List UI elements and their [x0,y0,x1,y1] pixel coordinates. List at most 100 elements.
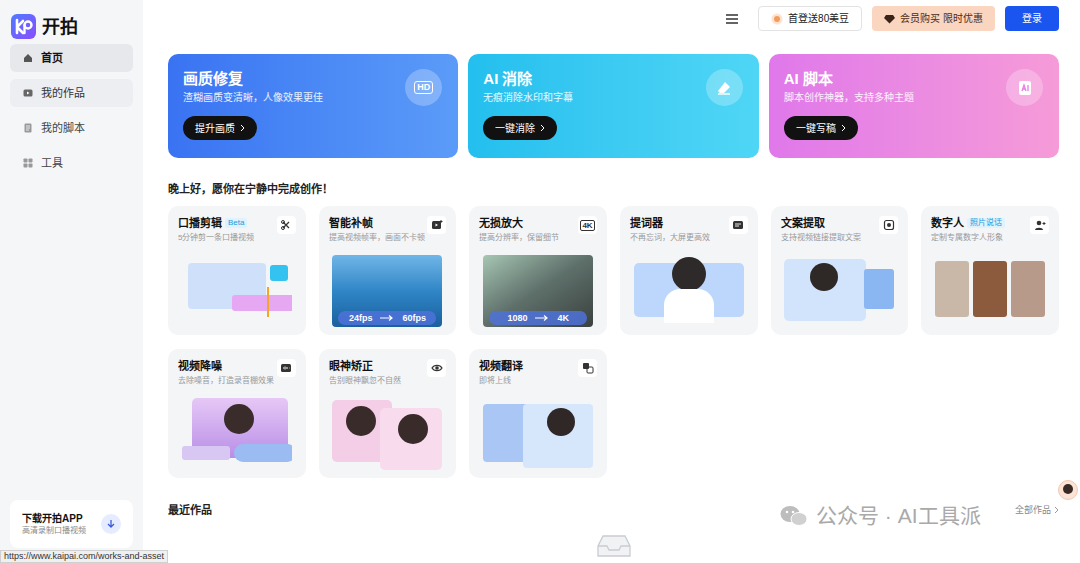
frame-icon [431,219,443,231]
tool-card[interactable]: 文案提取支持视频链接提取文案 [771,206,909,335]
tool-title: 智能补帧 [329,216,373,230]
header-button[interactable]: 登录 [1005,6,1059,31]
tool-icon [277,216,296,234]
tool-card[interactable]: 无损放大提高分辨率，保留细节 4K 10804K [469,206,607,335]
tool-title-row: 提词器 [630,216,710,230]
tool-title: 提词器 [630,216,663,230]
sidebar-item-label: 工具 [41,156,63,170]
tool-card-text: 数字人照片说话定制专属数字人形象 [931,216,1005,243]
prompter-icon [732,219,744,231]
tool-card-text: 文案提取支持视频链接提取文案 [781,216,861,243]
recent-title: 最近作品 [168,503,212,517]
download-title: 下载开拍APP [22,512,86,525]
tool-title-row: 视频降噪 [178,359,273,373]
tool-title: 无损放大 [479,216,523,230]
tool-illustration [483,398,593,470]
tool-card[interactable]: 智能补帧提高视频帧率，画面不卡顿 24fps60fps [319,206,457,335]
tool-card-head: 智能补帧提高视频帧率，画面不卡顿 [329,216,447,243]
caption-from: 1080 [507,313,527,324]
tool-card-head: 无损放大提高分辨率，保留细节 4K [479,216,597,243]
header-button[interactable]: 首登送80美豆 [758,6,862,31]
tool-card-text: 无损放大提高分辨率，保留细节 [479,216,559,243]
tool-icon: 4K [578,216,597,234]
tool-icon [729,216,748,234]
coin-icon [771,13,783,25]
tool-subtitle: 5分钟剪一条口播视频 [178,232,254,243]
chevron-right-icon [540,124,545,132]
header-button[interactable]: 会员购买 限时优惠 [872,6,995,31]
download-arrow-icon[interactable] [101,514,121,534]
tool-card-text: 视频降噪去除噪音，打造录音棚效果 [178,359,273,386]
tool-title-row: 口播剪辑Beta [178,216,254,230]
tool-illustration [784,255,894,327]
sidebar-item-label: 我的作品 [41,86,85,100]
caption-to: 60fps [402,313,426,324]
tool-title: 口播剪辑 [178,216,222,230]
tool-card-text: 眼神矫正告别眼神飘忽不自然 [329,359,401,386]
tool-subtitle: 去除噪音，打造录音棚效果 [178,375,273,386]
translate-icon [582,362,594,374]
main: 首登送80美豆会员购买 限时优惠登录 画质修复渣糊画质变清晰，人像效果更佳提升画… [143,0,1080,563]
sidebar-nav: 首页我的作品我的脚本工具 [0,44,143,177]
banner-button[interactable]: 提升画质 [183,116,257,140]
kaipai-logo-icon [11,14,36,39]
sidebar-item[interactable]: 首页 [10,44,133,72]
menu-icon[interactable] [726,14,738,24]
sidebar-item[interactable]: 我的脚本 [10,114,133,142]
gaze-icon [431,362,443,374]
tool-badge: Beta [225,218,247,228]
support-avatar-icon[interactable] [1058,480,1078,500]
home-icon [23,53,33,63]
ai-script-icon [1017,80,1033,96]
tool-illustration [182,398,292,470]
tool-subtitle: 告别眼神飘忽不自然 [329,375,401,386]
4k-icon: 4K [580,220,594,231]
tool-title-row: 文案提取 [781,216,861,230]
chevron-right-icon [240,124,245,132]
tool-subtitle: 提高分辨率，保留细节 [479,232,559,243]
banner-button[interactable]: 一键消除 [483,116,557,140]
feature-banner[interactable]: AI 脚本脚本创作神器，支持多种主题一键写稿 [769,54,1059,158]
tool-card[interactable]: 视频翻译即将上线 [469,349,607,478]
banner-icon: HD [405,69,442,106]
tool-subtitle: 不再忘词，大屏更高效 [630,232,710,243]
tool-card[interactable]: 眼神矫正告别眼神飘忽不自然 [319,349,457,478]
script-icon [23,123,33,133]
avatar-icon [1034,219,1046,231]
denoise-icon [280,362,292,374]
all-works-link[interactable]: 全部作品 [1015,504,1059,516]
banner-button[interactable]: 一键写稿 [784,116,858,140]
logo[interactable]: 开拍 [0,0,143,40]
chevron-right-icon [841,124,846,132]
tool-card-text: 视频翻译即将上线 [479,359,523,386]
download-app-card[interactable]: 下载开拍APP高清录制口播视频 [10,500,133,548]
edit-icon [280,219,292,231]
tool-card[interactable]: 提词器不再忘词，大屏更高效 [620,206,758,335]
tool-illustration: 24fps60fps [332,255,442,327]
tool-illustration [332,398,442,470]
tool-card[interactable]: 数字人照片说话定制专属数字人形象 [921,206,1059,335]
works-icon [23,88,33,98]
all-works-label: 全部作品 [1015,504,1051,516]
tool-illustration: 10804K [483,255,593,327]
status-url: https://www.kaipai.com/works-and-asset [0,550,168,563]
banner-icon [1006,69,1043,106]
tool-illustration [182,255,292,327]
tool-title-row: 眼神矫正 [329,359,401,373]
tool-illustration [935,255,1045,327]
tool-icon [427,359,446,377]
tool-card[interactable]: 口播剪辑Beta 5分钟剪一条口播视频 [168,206,306,335]
sidebar-item[interactable]: 我的作品 [10,79,133,107]
tool-card-head: 提词器不再忘词，大屏更高效 [630,216,748,243]
resolution-caption: 24fps60fps [338,311,436,325]
sidebar-item[interactable]: 工具 [10,149,133,177]
tool-card[interactable]: 视频降噪去除噪音，打造录音棚效果 [168,349,306,478]
feature-banner[interactable]: 画质修复渣糊画质变清晰，人像效果更佳提升画质HD [168,54,458,158]
tool-icon [277,359,296,377]
resolution-caption: 10804K [489,311,587,325]
feature-banner[interactable]: AI 消除无痕消除水印和字幕一键消除 [468,54,758,158]
tool-icon [1030,216,1049,234]
wechat-icon [780,504,808,528]
watermark: 公众号 · AI工具派 [780,503,981,529]
header-button-label: 首登送80美豆 [788,12,849,25]
